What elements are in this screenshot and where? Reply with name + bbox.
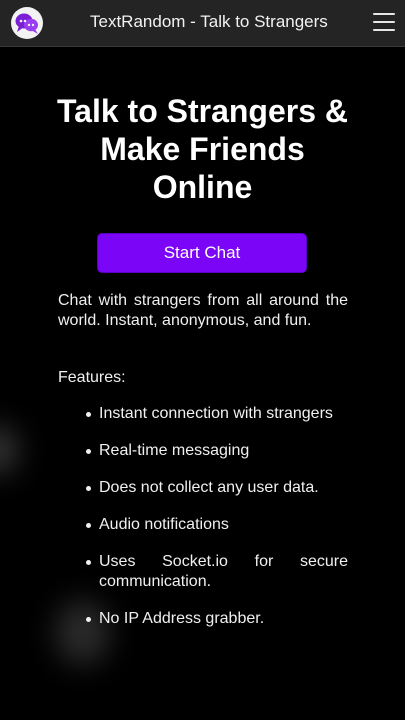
bullet-icon [86, 560, 91, 565]
features-list: Instant connection with strangers Real-t… [80, 404, 348, 646]
menu-line [373, 29, 395, 31]
feature-text: Audio notifications [99, 516, 229, 533]
hamburger-menu-icon[interactable] [373, 11, 395, 33]
menu-line [373, 13, 395, 15]
feature-text: Uses Socket.io for secure communication. [99, 553, 348, 590]
hero-headline: Talk to Strangers & Make Friends Online [56, 93, 349, 205]
feature-item: Does not collect any user data. [80, 478, 348, 498]
app-title: TextRandom - Talk to Strangers [90, 12, 328, 31]
feature-text: Instant connection with strangers [99, 405, 333, 422]
feature-text: Does not collect any user data. [99, 479, 319, 496]
feature-item: Instant connection with strangers [80, 404, 348, 424]
feature-item: Audio notifications [80, 515, 348, 535]
feature-item: Uses Socket.io for secure communication. [80, 552, 348, 592]
features-heading: Features: [58, 369, 126, 386]
feature-text: No IP Address grabber. [99, 610, 265, 627]
menu-line [373, 21, 395, 23]
app-page: TextRandom - Talk to Strangers Talk to S… [0, 0, 405, 720]
bullet-icon [86, 617, 91, 622]
feature-item: Real-time messaging [80, 441, 348, 461]
background-glow [0, 425, 18, 475]
feature-item: No IP Address grabber. [80, 609, 348, 629]
start-chat-button[interactable]: Start Chat [97, 233, 307, 273]
bullet-icon [86, 486, 91, 491]
feature-text: Real-time messaging [99, 442, 250, 459]
chat-bubbles-icon[interactable] [11, 7, 43, 39]
bullet-icon [86, 412, 91, 417]
bullet-icon [86, 523, 91, 528]
top-bar: TextRandom - Talk to Strangers [0, 0, 405, 47]
intro-text: Chat with strangers from all around the … [58, 292, 348, 329]
bullet-icon [86, 449, 91, 454]
